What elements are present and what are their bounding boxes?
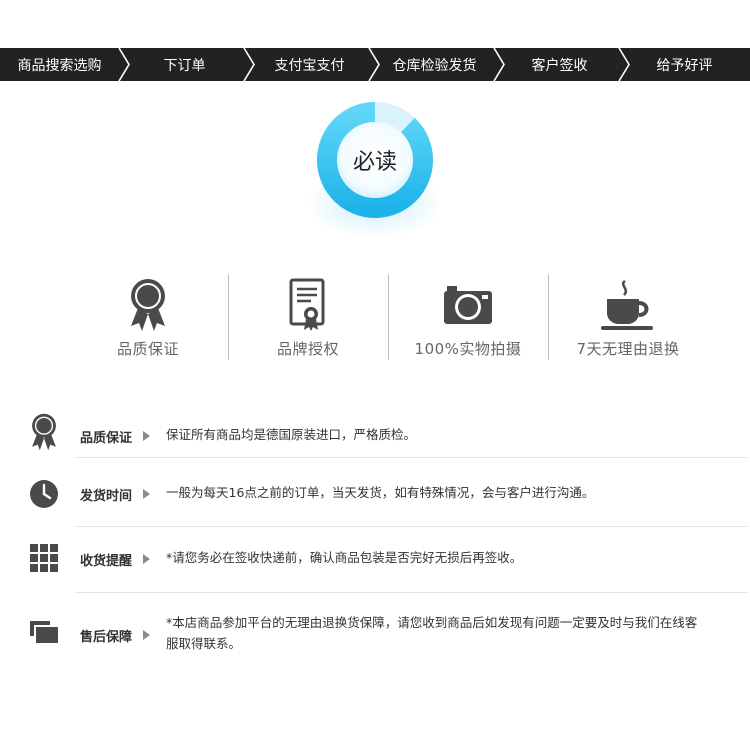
divider — [75, 592, 748, 593]
must-read-label: 必读 — [352, 150, 397, 175]
windows-stack-icon — [30, 621, 58, 643]
info-text: 一般为每天16点之前的订单，当天发货，如有特殊情况，会与客户进行沟通。 — [166, 485, 595, 500]
coffee-cup-icon — [601, 279, 653, 330]
triangle-right-icon — [143, 554, 150, 564]
step-label: 给予好评 — [656, 57, 713, 74]
grid-icon — [30, 544, 58, 572]
clock-icon — [30, 480, 58, 508]
award-ribbon-icon — [131, 279, 165, 331]
camera-icon — [444, 286, 492, 324]
step-label: 客户签收 — [531, 57, 588, 74]
step-label: 下订单 — [163, 57, 206, 74]
feature-label: 100%实物拍摄 — [414, 340, 522, 358]
step-pay: 支付宝支付 — [250, 48, 380, 81]
feature-quality: 品质保证 — [68, 272, 228, 360]
step-label: 仓库检验发货 — [392, 57, 477, 74]
feature-brand: 品牌授权 — [228, 272, 388, 360]
certificate-icon — [289, 278, 325, 331]
step-label: 支付宝支付 — [274, 57, 345, 74]
step-review: 给予好评 — [625, 48, 750, 81]
step-receive: 客户签收 — [500, 48, 630, 81]
feature-photo: 100%实物拍摄 — [388, 272, 548, 360]
step-ship: 仓库检验发货 — [375, 48, 505, 81]
feature-label: 品牌授权 — [276, 340, 339, 358]
info-title: 发货时间 — [80, 489, 133, 504]
feature-list: 品质保证 品牌授权 100%实物拍摄 7天无理由退换 — [68, 272, 708, 360]
step-search: 商品搜索选购 — [0, 48, 130, 81]
info-text: *请您务必在签收快递前，确认商品包装是否完好无损后再签收。 — [166, 550, 523, 565]
must-read-badge: 必读 — [300, 92, 450, 242]
chevron-right-icon — [368, 48, 380, 81]
step-order: 下订单 — [125, 48, 255, 81]
award-ribbon-icon — [32, 413, 56, 451]
triangle-right-icon — [143, 630, 150, 640]
feature-return: 7天无理由退换 — [548, 272, 708, 360]
chevron-right-icon — [618, 48, 630, 81]
step-label: 商品搜索选购 — [17, 57, 102, 74]
info-title: 售后保障 — [80, 630, 133, 645]
triangle-right-icon — [143, 431, 150, 441]
divider — [75, 457, 748, 458]
process-steps: 商品搜索选购 下订单 支付宝支付 仓库检验发货 客户签收 给予好评 — [0, 48, 750, 81]
triangle-right-icon — [143, 489, 150, 499]
info-title: 品质保证 — [80, 431, 133, 446]
feature-label: 7天无理由退换 — [576, 340, 680, 358]
divider — [75, 526, 748, 527]
chevron-right-icon — [118, 48, 130, 81]
chevron-right-icon — [493, 48, 505, 81]
info-text: *本店商品参加平台的无理由退换货保障，请您收到商品后如发现有问题一定要及时与我们… — [166, 615, 698, 651]
info-title: 收货提醒 — [80, 554, 133, 569]
chevron-right-icon — [243, 48, 255, 81]
feature-label: 品质保证 — [116, 340, 179, 358]
info-text: 保证所有商品均是德国原装进口，严格质检。 — [166, 427, 417, 442]
